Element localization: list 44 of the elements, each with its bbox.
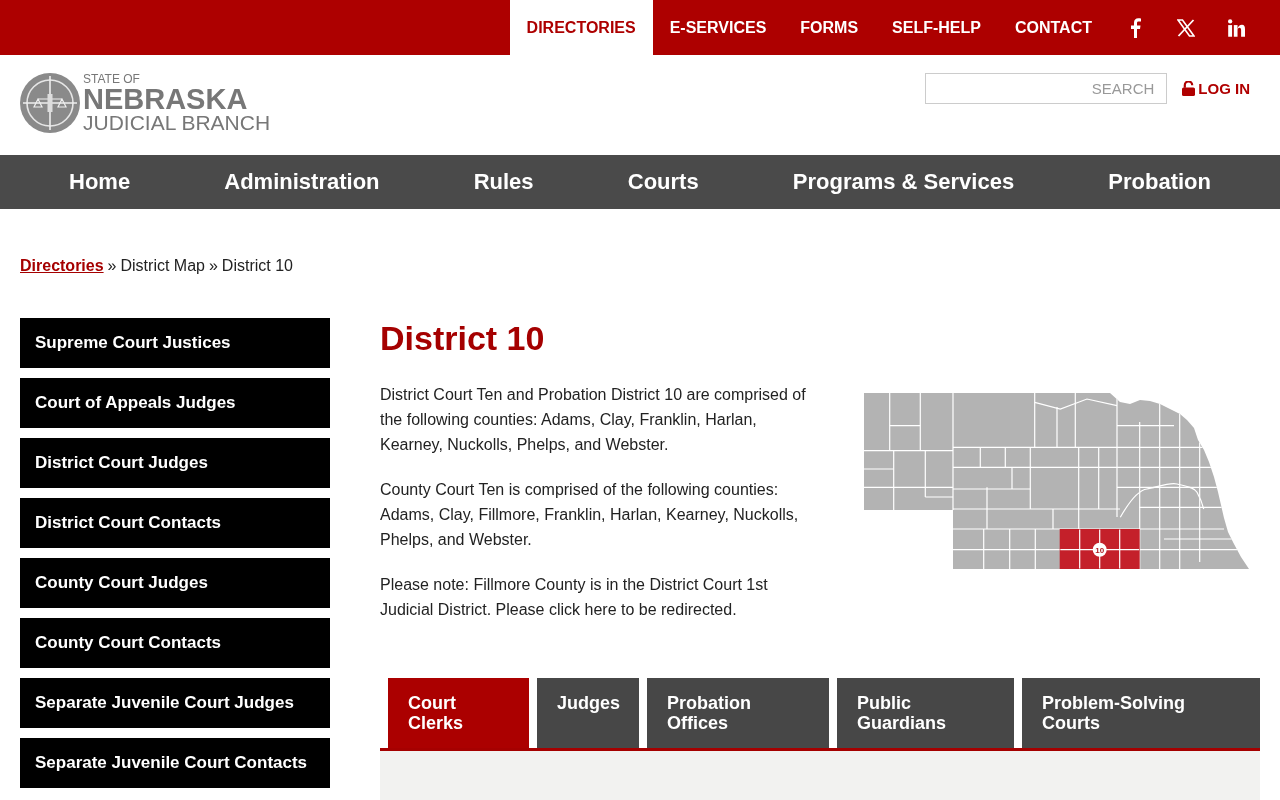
sidebar-link[interactable]: Separate Juvenile Court Judges [20, 678, 330, 728]
sidebar-link[interactable]: Separate Juvenile Court Contacts [20, 738, 330, 788]
linkedin-icon[interactable] [1228, 18, 1245, 37]
nav-link[interactable]: Programs & Services [792, 169, 1015, 195]
logo-title: NEBRASKA [83, 86, 249, 112]
logo-small-text: STATE OF [83, 73, 141, 86]
nav-link[interactable]: Administration [224, 169, 380, 195]
sidebar-link[interactable]: District Court Contacts [20, 498, 330, 548]
top-nav-link[interactable]: DIRECTORIES [509, 0, 653, 55]
x-icon[interactable] [1176, 18, 1195, 37]
page-title: District 10 [380, 318, 546, 358]
top-nav-link[interactable]: FORMS [783, 0, 876, 55]
breadcrumb-separator: » [208, 256, 218, 276]
facebook-icon[interactable] [1128, 17, 1141, 38]
nav-link[interactable]: Probation [1108, 169, 1211, 195]
nav-link[interactable]: Courts [627, 169, 699, 195]
tab[interactable]: Judges [537, 678, 639, 748]
nav-link[interactable]: Home [69, 169, 131, 195]
paragraph: Please note: Fillmore County is in the District Court 1st Judicial District. Please click here to be redirected. [380, 575, 769, 620]
tab[interactable]: Court Clerks [388, 678, 529, 748]
breadcrumb-link[interactable]: Directories [20, 256, 104, 276]
tab[interactable]: Public Guardians [837, 678, 1014, 748]
search-field[interactable]: SEARCH [925, 73, 1168, 104]
tab[interactable]: Problem-Solving Courts [1022, 678, 1260, 748]
top-nav-link[interactable]: E-SERVICES [652, 0, 784, 55]
tab[interactable]: Probation Offices [647, 678, 829, 748]
top-nav-link[interactable]: SELF-HELP [875, 0, 998, 55]
sidebar-link[interactable]: County Court Judges [20, 558, 330, 608]
login-link[interactable]: LOG IN [1182, 80, 1250, 97]
sidebar-link[interactable]: Supreme Court Justices [20, 318, 330, 368]
seal-icon [19, 72, 81, 134]
top-nav-link[interactable]: CONTACT [997, 0, 1109, 55]
paragraph: District Court Ten and Probation District 10 are comprised of the following counties: Adams, Clay, Franklin, Harlan, Kearney, Nuckolls, Phelps, and Webster. [380, 385, 807, 455]
breadcrumb-item: District Map [120, 256, 205, 276]
breadcrumb-separator: » [107, 256, 117, 276]
nav-link[interactable]: Rules [473, 169, 534, 195]
breadcrumb-item: District 10 [221, 256, 293, 276]
logo-subtitle: JUDICIAL BRANCH [83, 112, 271, 134]
sidebar-link[interactable]: County Court Contacts [20, 618, 330, 668]
district-badge: 10 [1092, 542, 1107, 557]
sidebar-link[interactable]: Court of Appeals Judges [20, 378, 330, 428]
lock-icon [1182, 81, 1196, 96]
sidebar-link[interactable]: District Court Judges [20, 438, 330, 488]
paragraph: County Court Ten is comprised of the following counties: Adams, Clay, Fillmore, Franklin, Harlan, Kearney, Nuckolls, Phelps, and Webster. [380, 480, 800, 550]
